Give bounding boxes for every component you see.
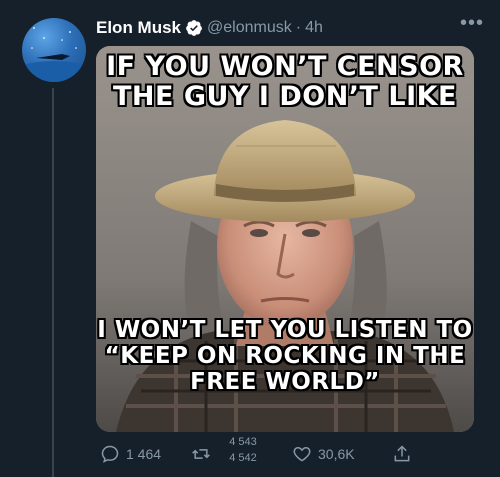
tweet[interactable]: Elon Musk @elonmusk · 4h ••• IF YOU WON’… <box>0 0 500 477</box>
verified-badge-icon <box>186 20 202 36</box>
separator-dot: · <box>295 19 302 36</box>
share-button[interactable] <box>392 444 412 464</box>
retweet-count-old: 4 543 <box>229 436 257 448</box>
tweet-media-image[interactable]: IF YOU WON’T CENSOR THE GUY I DON’T LIKE… <box>96 46 474 432</box>
avatar[interactable] <box>22 18 86 82</box>
retweet-count-new: 4 542 <box>229 452 257 464</box>
reply-button[interactable]: 1 464 <box>100 444 161 464</box>
share-icon <box>394 445 410 462</box>
reply-count: 1 464 <box>126 446 162 462</box>
reply-icon <box>101 445 119 463</box>
avatar-image <box>26 27 82 82</box>
timestamp[interactable]: 4h <box>305 19 323 37</box>
retweet-count-rolling: 4 543 4 542 <box>228 434 258 466</box>
thread-line <box>52 88 54 477</box>
display-name[interactable]: Elon Musk <box>96 18 181 38</box>
like-count: 30,6K <box>318 446 355 462</box>
meme-top-text: IF YOU WON’T CENSOR THE GUY I DON’T LIKE <box>106 51 464 113</box>
retweet-button[interactable] <box>191 444 211 464</box>
meme-bottom-text: I WON’T LET YOU LISTEN TO “KEEP ON ROCKI… <box>97 317 473 395</box>
like-button[interactable]: 30,6K <box>292 444 355 464</box>
tweet-header: Elon Musk @elonmusk · 4h <box>96 17 460 39</box>
retweet-icon <box>192 449 210 459</box>
handle[interactable]: @elonmusk <box>207 19 292 37</box>
more-horizontal-icon[interactable]: ••• <box>460 12 484 35</box>
heart-icon <box>293 446 311 462</box>
tweet-actions: 1 464 4 543 4 542 30,6K <box>96 436 426 468</box>
